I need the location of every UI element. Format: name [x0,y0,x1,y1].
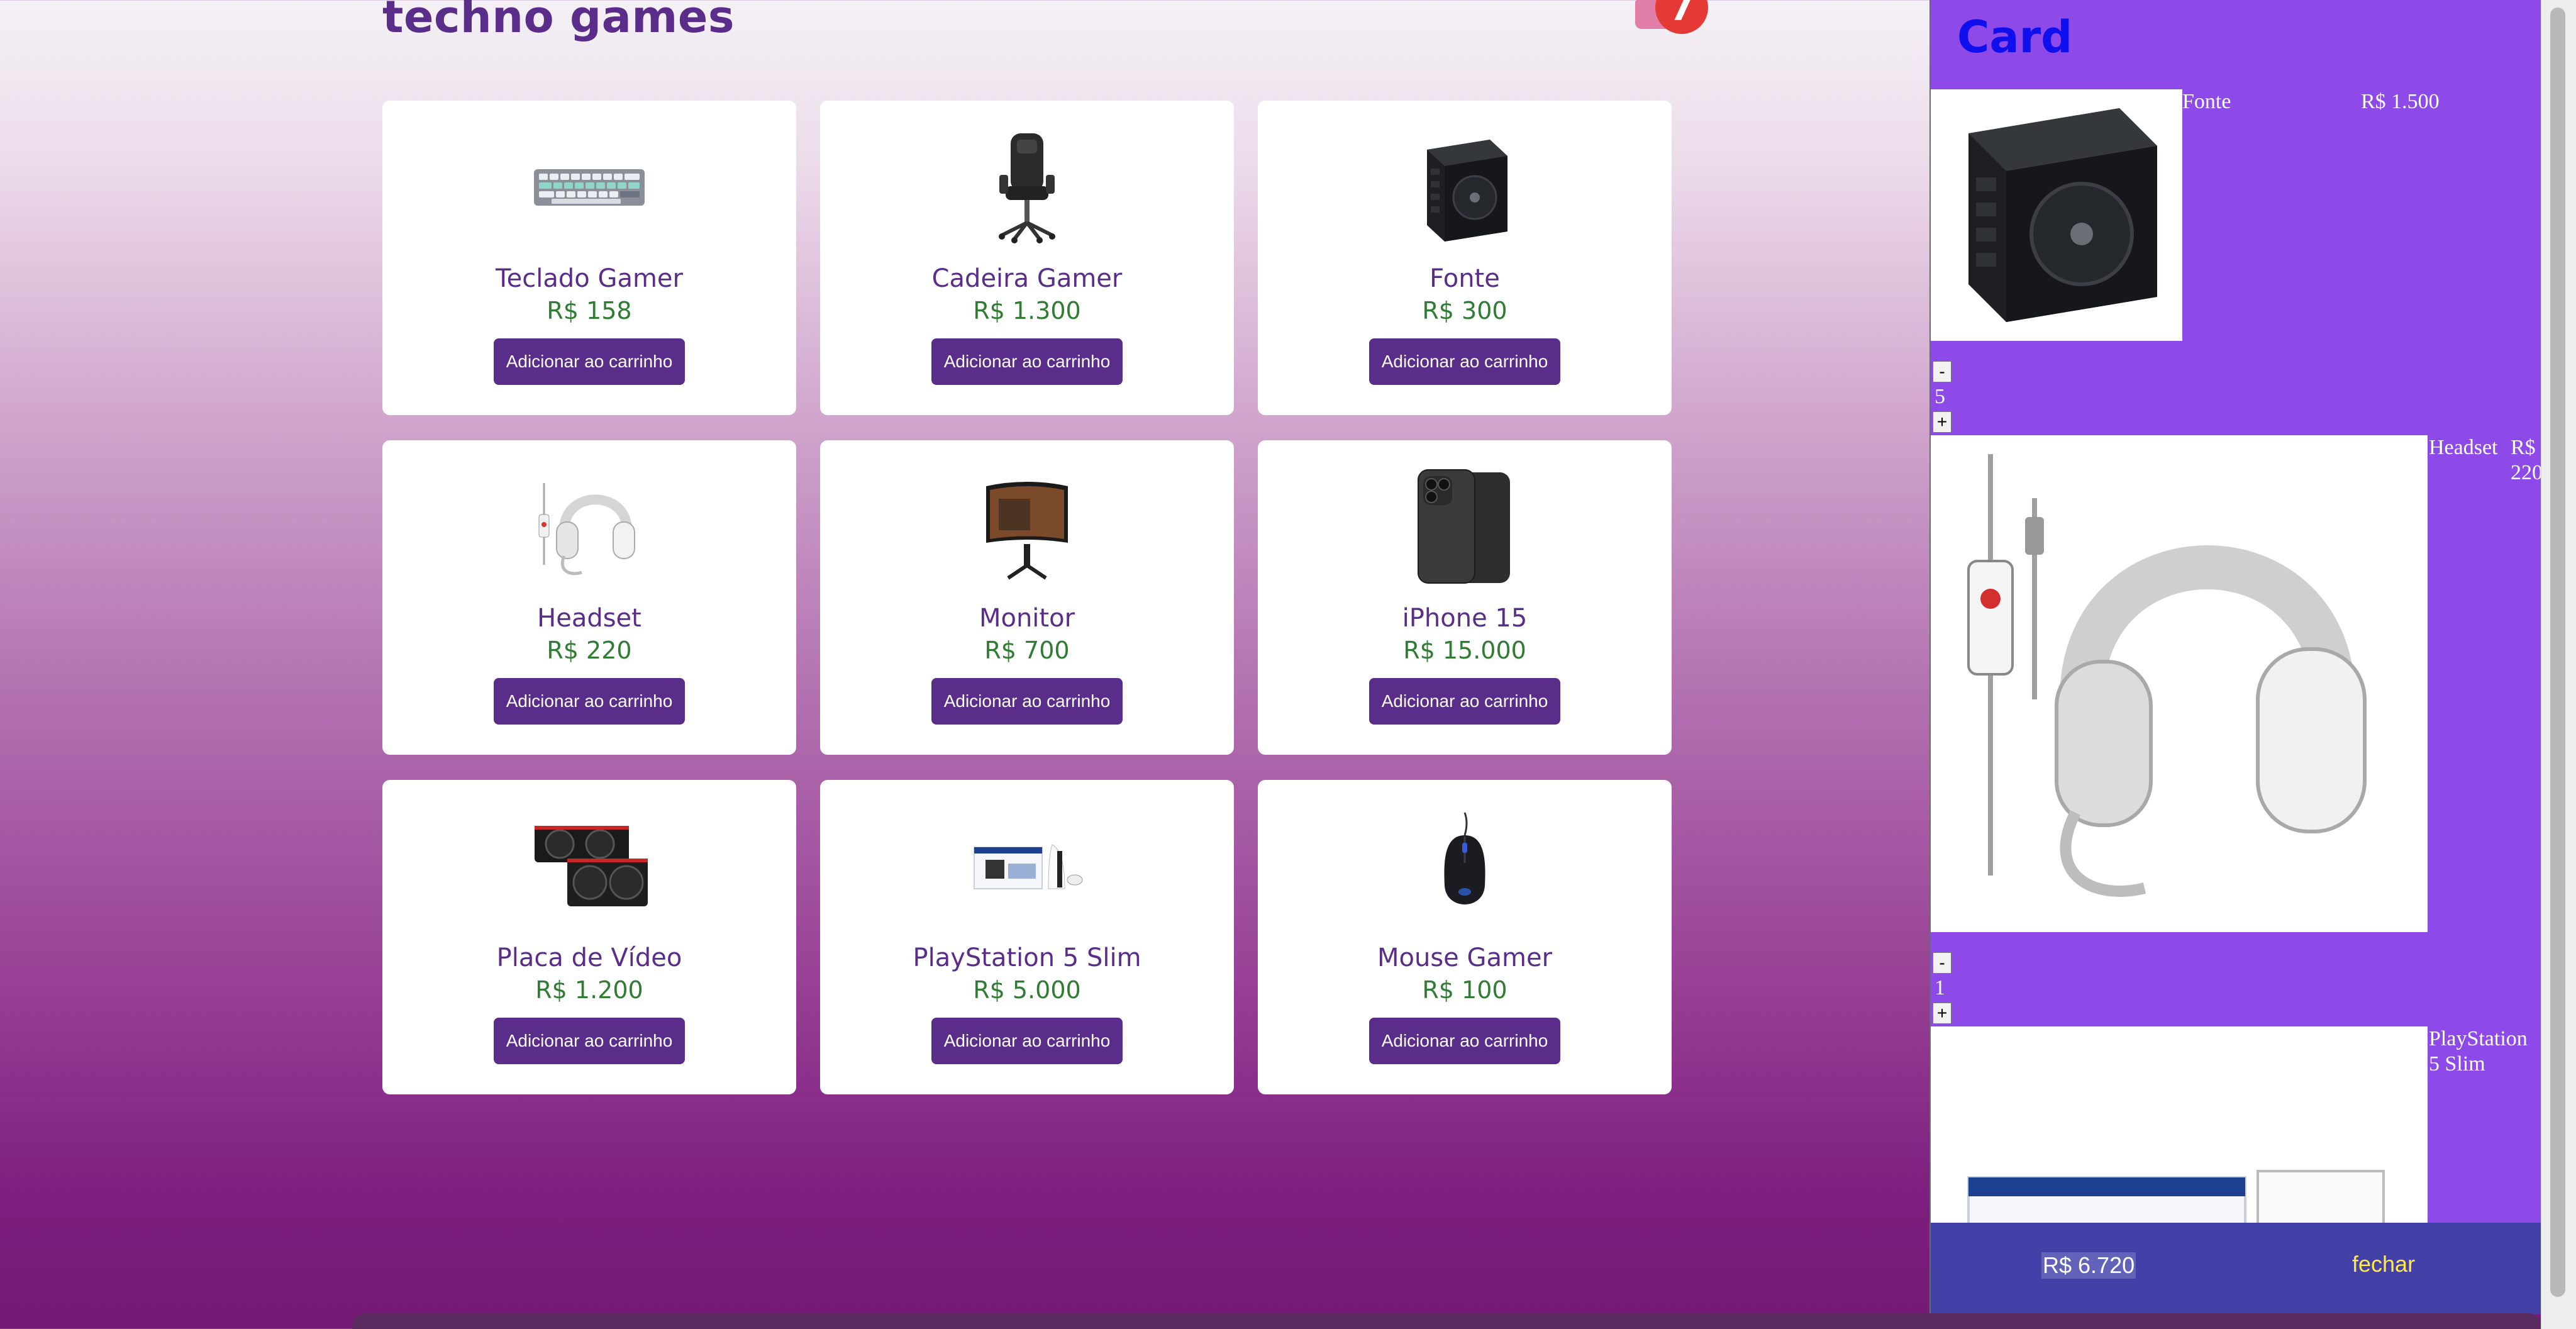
cart-panel: Card Fonte R$ 1.500 - 5 + Headset R$ 220 [1929,0,2542,1315]
gaming-chair-image [958,131,1096,244]
mouse-image [1396,810,1534,923]
cart-item-image [1931,89,2182,341]
product-name: Cadeira Gamer [931,264,1123,293]
increase-quantity-button[interactable]: + [1933,411,1951,433]
product-price: R$ 5.000 [973,976,1081,1004]
add-to-cart-button[interactable]: Adicionar ao carrinho [931,338,1123,385]
product-price: R$ 220 [547,637,632,664]
product-card: iPhone 15 R$ 15.000 Adicionar ao carrinh… [1258,440,1672,755]
add-to-cart-button[interactable]: Adicionar ao carrinho [931,1018,1123,1064]
product-card: Teclado Gamer R$ 158 Adicionar ao carrin… [382,101,796,415]
add-to-cart-button[interactable]: Adicionar ao carrinho [493,678,686,725]
add-to-cart-button[interactable]: Adicionar ao carrinho [493,338,686,385]
cart-footer: R$ 6.720 fechar [1931,1223,2542,1315]
cart-button[interactable]: 7 [1635,0,1711,34]
product-card: Cadeira Gamer R$ 1.300 Adicionar ao carr… [820,101,1234,415]
keyboard-image [520,131,658,244]
cart-item-quantity: 5 [1935,385,1945,408]
headset-image [520,470,658,584]
product-price: R$ 300 [1422,297,1507,325]
page-title: techno games [382,0,735,43]
product-name: Placa de Vídeo [496,943,682,972]
add-to-cart-button[interactable]: Adicionar ao carrinho [1368,678,1561,725]
product-price: R$ 100 [1422,976,1507,1004]
product-price: R$ 15.000 [1403,637,1526,664]
product-card: Fonte R$ 300 Adicionar ao carrinho [1258,101,1672,415]
product-name: Teclado Gamer [496,264,683,293]
product-grid: Teclado Gamer R$ 158 Adicionar ao carrin… [382,101,1672,1094]
product-name: iPhone 15 [1402,604,1528,633]
cart-item-image [1931,435,2428,932]
cart-heading: Card [1957,11,2073,63]
product-name: Fonte [1430,264,1500,293]
decrease-quantity-button[interactable]: - [1933,361,1951,382]
smartphone-image [1396,469,1534,584]
cart-item-quantity: 1 [1935,976,1945,999]
power-supply-image [1396,131,1534,244]
console-image [958,810,1096,923]
product-name: PlayStation 5 Slim [913,943,1141,972]
add-to-cart-button[interactable]: Adicionar ao carrinho [1368,1018,1561,1064]
product-price: R$ 1.200 [535,976,643,1004]
product-name: Monitor [979,604,1075,633]
cart-item-name: PlayStation 5 Slim [2429,1027,2528,1076]
increase-quantity-button[interactable]: + [1933,1003,1951,1024]
monitor-image [958,470,1096,584]
add-to-cart-button[interactable]: Adicionar ao carrinho [493,1018,686,1064]
product-name: Headset [537,604,641,633]
product-price: R$ 1.300 [973,297,1081,325]
add-to-cart-button[interactable]: Adicionar ao carrinho [931,678,1123,725]
window-bottom-edge [352,1313,2541,1329]
cart-item-price: R$ 1.500 [2361,90,2440,113]
cart-item-price: R$ 220 [2511,436,2542,484]
cart-total: R$ 6.720 [2041,1252,2136,1279]
product-card: Monitor R$ 700 Adicionar ao carrinho [820,440,1234,755]
decrease-quantity-button[interactable]: - [1933,952,1951,974]
product-card: Headset R$ 220 Adicionar ao carrinho [382,440,796,755]
product-name: Mouse Gamer [1377,943,1553,972]
scrollbar[interactable] [2541,0,2576,1329]
cart-item-name: Headset [2429,436,2498,459]
product-card: Placa de Vídeo R$ 1.200 Adicionar ao car… [382,780,796,1094]
graphics-card-image [520,810,658,923]
cart-item-name: Fonte [2182,90,2231,113]
add-to-cart-button[interactable]: Adicionar ao carrinho [1368,338,1561,385]
close-cart-button[interactable]: fechar [2348,1250,2419,1278]
product-price: R$ 700 [984,637,1070,664]
product-card: PlayStation 5 Slim R$ 5.000 Adicionar ao… [820,780,1234,1094]
product-card: Mouse Gamer R$ 100 Adicionar ao carrinho [1258,780,1672,1094]
product-price: R$ 158 [547,297,632,325]
scrollbar-thumb[interactable] [2550,8,2565,1297]
